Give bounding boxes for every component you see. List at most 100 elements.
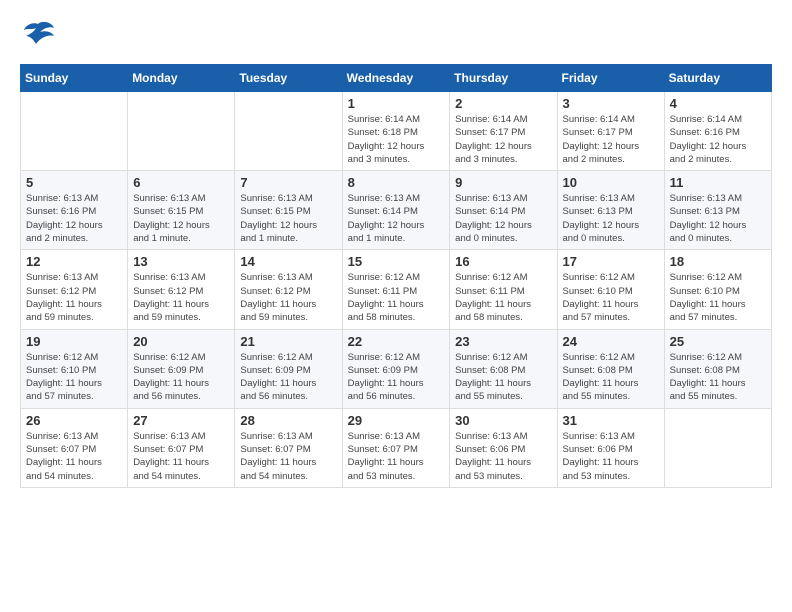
day-number: 9: [455, 175, 551, 190]
day-info: Sunrise: 6:13 AMSunset: 6:15 PMDaylight:…: [240, 192, 336, 245]
day-cell: 10 Sunrise: 6:13 AMSunset: 6:13 PMDayligh…: [557, 171, 664, 250]
weekday-header-row: SundayMondayTuesdayWednesdayThursdayFrid…: [21, 65, 772, 92]
day-number: 18: [670, 254, 766, 269]
week-row-4: 19Sunrise: 6:12 AMSunset: 6:10 PMDayligh…: [21, 329, 772, 408]
day-cell: 31 Sunrise: 6:13 AMSunset: 6:06 PMDayligh…: [557, 408, 664, 487]
weekday-header-sunday: Sunday: [21, 65, 128, 92]
day-info: Sunrise: 6:13 AMSunset: 6:12 PMDaylight:…: [240, 271, 336, 324]
day-number: 28: [240, 413, 336, 428]
day-number: 16: [455, 254, 551, 269]
day-number: 4: [670, 96, 766, 111]
day-info: Sunrise: 6:12 AMSunset: 6:11 PMDaylight:…: [348, 271, 445, 324]
day-info: Sunrise: 6:13 AMSunset: 6:12 PMDaylight:…: [26, 271, 122, 324]
day-info: Sunrise: 6:14 AMSunset: 6:16 PMDaylight:…: [670, 113, 766, 166]
logo: [20, 20, 60, 48]
day-number: 15: [348, 254, 445, 269]
day-info: Sunrise: 6:13 AMSunset: 6:12 PMDaylight:…: [133, 271, 229, 324]
day-cell: [128, 92, 235, 171]
week-row-5: 26 Sunrise: 6:13 AMSunset: 6:07 PMDayligh…: [21, 408, 772, 487]
day-info: Sunrise: 6:13 AMSunset: 6:13 PMDaylight:…: [563, 192, 659, 245]
day-number: 6: [133, 175, 229, 190]
day-cell: 14 Sunrise: 6:13 AMSunset: 6:12 PMDayligh…: [235, 250, 342, 329]
day-info: Sunrise: 6:12 AMSunset: 6:09 PMDaylight:…: [240, 351, 336, 404]
day-cell: 4 Sunrise: 6:14 AMSunset: 6:16 PMDaylight…: [664, 92, 771, 171]
day-cell: 17 Sunrise: 6:12 AMSunset: 6:10 PMDayligh…: [557, 250, 664, 329]
day-number: 1: [348, 96, 445, 111]
day-number: 10: [563, 175, 659, 190]
day-number: 25: [670, 334, 766, 349]
day-info: Sunrise: 6:12 AMSunset: 6:08 PMDaylight:…: [670, 351, 766, 404]
day-cell: 1 Sunrise: 6:14 AMSunset: 6:18 PMDaylight…: [342, 92, 450, 171]
week-row-1: 1 Sunrise: 6:14 AMSunset: 6:18 PMDaylight…: [21, 92, 772, 171]
weekday-header-tuesday: Tuesday: [235, 65, 342, 92]
day-cell: 12 Sunrise: 6:13 AMSunset: 6:12 PMDayligh…: [21, 250, 128, 329]
weekday-header-wednesday: Wednesday: [342, 65, 450, 92]
day-number: 3: [563, 96, 659, 111]
day-cell: 2 Sunrise: 6:14 AMSunset: 6:17 PMDaylight…: [450, 92, 557, 171]
day-cell: 5 Sunrise: 6:13 AMSunset: 6:16 PMDaylight…: [21, 171, 128, 250]
day-info: Sunrise: 6:13 AMSunset: 6:14 PMDaylight:…: [348, 192, 445, 245]
day-number: 30: [455, 413, 551, 428]
day-cell: 21 Sunrise: 6:12 AMSunset: 6:09 PMDayligh…: [235, 329, 342, 408]
day-cell: 26 Sunrise: 6:13 AMSunset: 6:07 PMDayligh…: [21, 408, 128, 487]
day-number: 19: [26, 334, 122, 349]
day-info: Sunrise: 6:14 AMSunset: 6:17 PMDaylight:…: [563, 113, 659, 166]
day-cell: 28Sunrise: 6:13 AMSunset: 6:07 PMDayligh…: [235, 408, 342, 487]
day-number: 26: [26, 413, 122, 428]
day-info: Sunrise: 6:13 AMSunset: 6:14 PMDaylight:…: [455, 192, 551, 245]
day-cell: 6 Sunrise: 6:13 AMSunset: 6:15 PMDaylight…: [128, 171, 235, 250]
day-info: Sunrise: 6:13 AMSunset: 6:07 PMDaylight:…: [133, 430, 229, 483]
day-number: 21: [240, 334, 336, 349]
day-cell: 24 Sunrise: 6:12 AMSunset: 6:08 PMDayligh…: [557, 329, 664, 408]
day-cell: 27Sunrise: 6:13 AMSunset: 6:07 PMDayligh…: [128, 408, 235, 487]
day-info: Sunrise: 6:13 AMSunset: 6:13 PMDaylight:…: [670, 192, 766, 245]
day-info: Sunrise: 6:12 AMSunset: 6:08 PMDaylight:…: [455, 351, 551, 404]
day-cell: 22 Sunrise: 6:12 AMSunset: 6:09 PMDayligh…: [342, 329, 450, 408]
day-cell: 20Sunrise: 6:12 AMSunset: 6:09 PMDayligh…: [128, 329, 235, 408]
day-number: 22: [348, 334, 445, 349]
weekday-header-friday: Friday: [557, 65, 664, 92]
weekday-header-monday: Monday: [128, 65, 235, 92]
day-cell: 23 Sunrise: 6:12 AMSunset: 6:08 PMDayligh…: [450, 329, 557, 408]
day-info: Sunrise: 6:13 AMSunset: 6:06 PMDaylight:…: [563, 430, 659, 483]
day-info: Sunrise: 6:12 AMSunset: 6:08 PMDaylight:…: [563, 351, 659, 404]
day-info: Sunrise: 6:13 AMSunset: 6:16 PMDaylight:…: [26, 192, 122, 245]
week-row-2: 5 Sunrise: 6:13 AMSunset: 6:16 PMDaylight…: [21, 171, 772, 250]
day-info: Sunrise: 6:14 AMSunset: 6:18 PMDaylight:…: [348, 113, 445, 166]
day-info: Sunrise: 6:13 AMSunset: 6:06 PMDaylight:…: [455, 430, 551, 483]
day-cell: 25 Sunrise: 6:12 AMSunset: 6:08 PMDayligh…: [664, 329, 771, 408]
logo-icon: [20, 20, 56, 48]
day-number: 31: [563, 413, 659, 428]
day-number: 2: [455, 96, 551, 111]
day-info: Sunrise: 6:13 AMSunset: 6:07 PMDaylight:…: [26, 430, 122, 483]
week-row-3: 12 Sunrise: 6:13 AMSunset: 6:12 PMDayligh…: [21, 250, 772, 329]
day-number: 14: [240, 254, 336, 269]
day-info: Sunrise: 6:14 AMSunset: 6:17 PMDaylight:…: [455, 113, 551, 166]
weekday-header-thursday: Thursday: [450, 65, 557, 92]
day-number: 11: [670, 175, 766, 190]
day-info: Sunrise: 6:12 AMSunset: 6:10 PMDaylight:…: [670, 271, 766, 324]
day-info: Sunrise: 6:12 AMSunset: 6:09 PMDaylight:…: [348, 351, 445, 404]
day-cell: 8 Sunrise: 6:13 AMSunset: 6:14 PMDaylight…: [342, 171, 450, 250]
day-number: 24: [563, 334, 659, 349]
day-cell: 11 Sunrise: 6:13 AMSunset: 6:13 PMDayligh…: [664, 171, 771, 250]
day-info: Sunrise: 6:12 AMSunset: 6:10 PMDaylight:…: [563, 271, 659, 324]
weekday-header-saturday: Saturday: [664, 65, 771, 92]
day-info: Sunrise: 6:12 AMSunset: 6:11 PMDaylight:…: [455, 271, 551, 324]
day-number: 29: [348, 413, 445, 428]
day-info: Sunrise: 6:13 AMSunset: 6:15 PMDaylight:…: [133, 192, 229, 245]
day-cell: [21, 92, 128, 171]
day-number: 5: [26, 175, 122, 190]
day-number: 23: [455, 334, 551, 349]
day-number: 8: [348, 175, 445, 190]
day-number: 12: [26, 254, 122, 269]
day-cell: 7Sunrise: 6:13 AMSunset: 6:15 PMDaylight…: [235, 171, 342, 250]
day-info: Sunrise: 6:13 AMSunset: 6:07 PMDaylight:…: [348, 430, 445, 483]
day-cell: 15 Sunrise: 6:12 AMSunset: 6:11 PMDayligh…: [342, 250, 450, 329]
day-cell: [664, 408, 771, 487]
day-cell: 19Sunrise: 6:12 AMSunset: 6:10 PMDayligh…: [21, 329, 128, 408]
day-cell: 9 Sunrise: 6:13 AMSunset: 6:14 PMDaylight…: [450, 171, 557, 250]
day-number: 17: [563, 254, 659, 269]
calendar: SundayMondayTuesdayWednesdayThursdayFrid…: [20, 64, 772, 488]
page-header: [20, 20, 772, 48]
